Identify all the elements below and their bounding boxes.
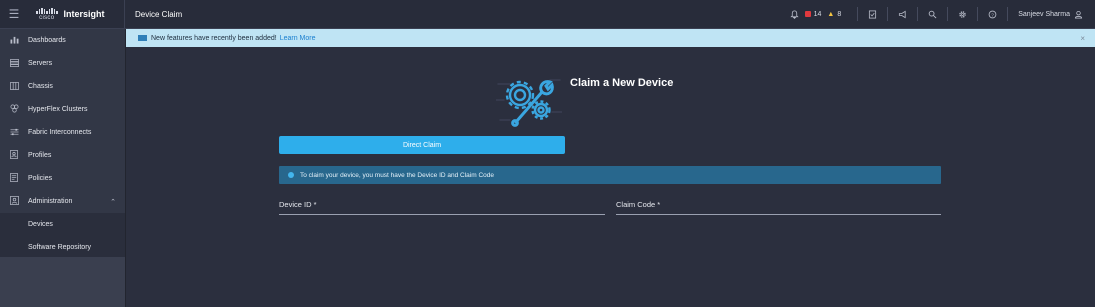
search-icon[interactable]: [928, 0, 937, 28]
sidebar-item-servers[interactable]: Servers: [0, 52, 125, 75]
sidebar-item-label: Administration: [28, 198, 73, 205]
sidebar-item-label: Fabric Interconnects: [28, 129, 92, 136]
sidebar-item-policies[interactable]: Policies: [0, 167, 125, 190]
banner-text: New features have recently been added!: [151, 34, 277, 42]
sidebar-item-label: Profiles: [28, 152, 52, 159]
sidebar-subitem-devices[interactable]: Devices: [0, 213, 125, 236]
sidebar-footer: [0, 257, 125, 307]
sidebar-item-label: Chassis: [28, 83, 53, 90]
profile-icon: [8, 150, 20, 161]
sidebar-item-dashboards[interactable]: Dashboards: [0, 29, 125, 52]
server-icon: [8, 58, 20, 69]
dashboard-icon: [8, 36, 20, 46]
svg-text:?: ?: [991, 12, 994, 18]
admin-icon: [8, 196, 20, 207]
sidebar-item-chassis[interactable]: Chassis: [0, 75, 125, 98]
chassis-icon: [8, 81, 20, 92]
info-text: To claim your device, you must have the …: [300, 171, 495, 179]
critical-alarm-icon: [804, 11, 811, 17]
device-id-input[interactable]: [279, 199, 609, 215]
divider: [857, 7, 859, 21]
divider: [917, 7, 919, 21]
sidebar-item-fabric-interconnects[interactable]: Fabric Interconnects: [0, 121, 125, 144]
gear-icon[interactable]: [958, 0, 967, 28]
brand-name: Intersight: [63, 9, 105, 19]
sidebar-item-hyperflex-clusters[interactable]: HyperFlex Clusters: [0, 98, 125, 121]
user-name[interactable]: Sanjeev Sharma: [1018, 11, 1070, 18]
page-title: Device Claim: [135, 9, 183, 19]
chevron-up-icon[interactable]: ⌃: [110, 198, 116, 206]
learn-more-link[interactable]: Learn More: [280, 35, 316, 42]
critical-alarm-count: 14: [813, 10, 822, 18]
sidebar-subitem-label: Devices: [28, 221, 53, 228]
cisco-logo: cisco: [36, 7, 58, 21]
policy-icon: [8, 173, 20, 184]
page-heading: Claim a New Device: [570, 77, 674, 89]
notification-banner: New features have recently been added! L…: [126, 29, 1095, 47]
warning-alarm-count: 8: [837, 10, 842, 18]
close-icon[interactable]: ×: [1080, 34, 1085, 43]
direct-claim-button[interactable]: Direct Claim: [279, 136, 565, 154]
sidebar-item-label: HyperFlex Clusters: [28, 106, 88, 113]
sidebar-item-label: Policies: [28, 175, 53, 182]
warning-icon: ▲: [827, 10, 835, 18]
bell-icon[interactable]: [789, 0, 799, 28]
fabric-icon: [8, 128, 20, 138]
sidebar-subitem-software-repository[interactable]: Software Repository: [0, 236, 125, 259]
info-banner-icon: [138, 35, 147, 41]
device-settings-icon: [496, 79, 562, 127]
cisco-wordmark: cisco: [39, 14, 55, 21]
claim-code-field[interactable]: Claim Code *: [616, 199, 945, 215]
sidebar-item-label: Servers: [28, 60, 53, 67]
critical-alarms[interactable]: 14 ▲ 8: [804, 0, 848, 28]
checklist-icon[interactable]: [868, 0, 877, 28]
divider: [1007, 7, 1009, 21]
divider: [977, 7, 979, 21]
hyperflex-icon: [8, 104, 20, 115]
info-icon: [288, 172, 294, 178]
sidebar: Dashboards Servers Chassis HyperFlex Clu…: [0, 29, 126, 307]
claim-code-input[interactable]: [616, 199, 945, 215]
user-icon[interactable]: [1074, 0, 1083, 28]
menu-icon[interactable]: ☰: [0, 0, 28, 28]
sidebar-subitem-label: Software Repository: [28, 244, 92, 251]
divider: [947, 7, 949, 21]
announcement-icon[interactable]: [898, 0, 907, 28]
sidebar-item-label: Dashboards: [28, 37, 66, 44]
help-icon[interactable]: ?: [988, 0, 997, 28]
top-bar: ☰ cisco Intersight Device Claim 14 ▲ 8 ?…: [0, 0, 1095, 29]
info-message: To claim your device, you must have the …: [279, 166, 941, 184]
device-id-field[interactable]: Device ID *: [279, 199, 609, 215]
sidebar-item-administration[interactable]: Administration ⌃: [0, 190, 125, 213]
brand-logo[interactable]: cisco Intersight: [28, 0, 125, 28]
sidebar-item-profiles[interactable]: Profiles: [0, 144, 125, 167]
divider: [887, 7, 889, 21]
